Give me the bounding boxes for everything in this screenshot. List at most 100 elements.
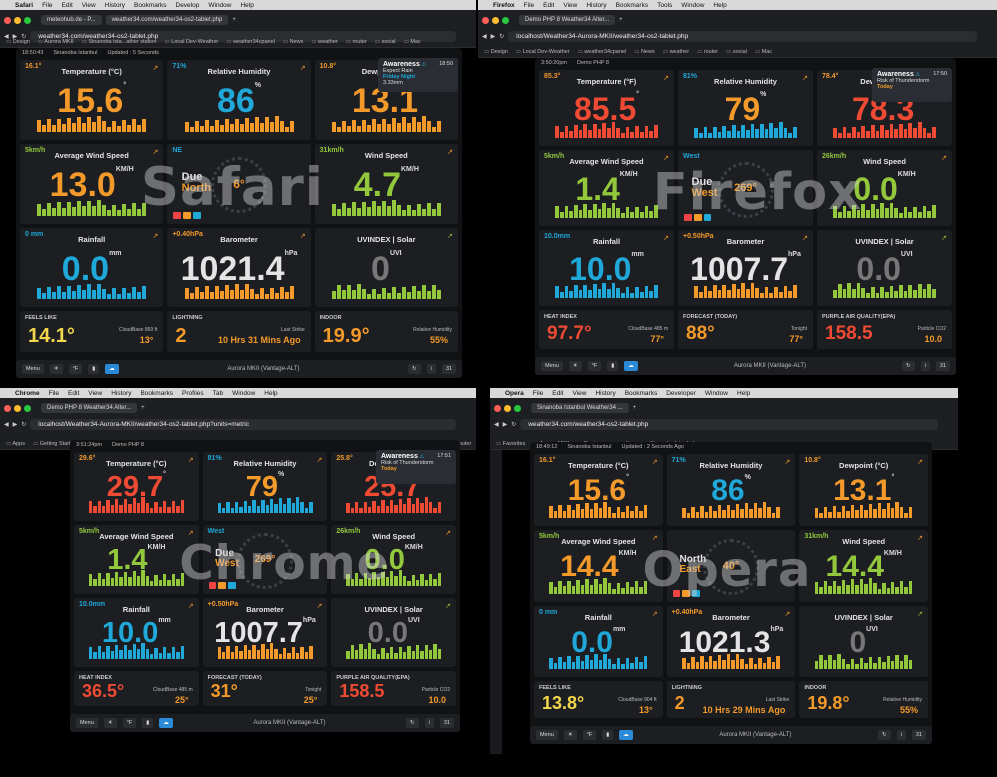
close-icon[interactable] (494, 404, 501, 412)
info-icon[interactable]: i (920, 361, 930, 371)
bookmark-item[interactable]: Apps (6, 441, 25, 447)
tile-indoor[interactable]: INDOOR 19.9° Relative Humidity 55% (314, 311, 458, 352)
units-button[interactable]: °F (68, 364, 83, 374)
back-icon[interactable]: ◀ (494, 421, 499, 428)
menu-window[interactable]: Window (232, 390, 255, 397)
tile-indoor[interactable]: PURPLE AIR QUALITY(EPA) 158.5 Particle CO2… (817, 310, 952, 349)
menu-safari[interactable]: Safari (15, 2, 33, 9)
menu-button[interactable]: Menu (536, 730, 558, 740)
menu-window[interactable]: Window (681, 2, 704, 9)
tile-feels[interactable]: FEELS LIKE 14.1° CloudBase 869 ft 13° (20, 311, 164, 352)
address-bar[interactable]: localhost/Weather34-Aurora-MKII/weather3… (30, 418, 456, 430)
new-tab-icon[interactable]: + (141, 405, 145, 411)
awareness-popup[interactable]: Awareness ⚠ 18:50 Expect Rain Friday Night… (378, 58, 458, 92)
menu-history[interactable]: History (595, 390, 615, 397)
back-icon[interactable]: ◀ (4, 421, 9, 428)
menu-developer[interactable]: Developer (666, 390, 696, 397)
bookmark-item[interactable]: Mac (755, 49, 772, 55)
menu-button[interactable]: Menu (541, 361, 563, 371)
info-icon[interactable]: i (424, 718, 434, 728)
awareness-popup[interactable]: Awareness ⚠ 17:50 Risk of Thunderstorm Tod… (872, 68, 952, 102)
refresh-icon[interactable]: ↻ (408, 364, 421, 374)
tile-uv[interactable]: ↗ UVINDEX | Solar 0.0UVI (331, 597, 456, 667)
awareness-popup[interactable]: Awareness ⚠ 17:51 Risk of Thunderstorm Tod… (376, 450, 456, 484)
minimize-icon[interactable] (14, 404, 21, 412)
bookmark-item[interactable]: Design (484, 49, 508, 55)
chart-icon[interactable]: ▮ (607, 361, 619, 371)
bookmark-item[interactable]: News (283, 39, 304, 45)
menu-file[interactable]: File (524, 2, 534, 9)
calendar-icon[interactable]: 31 (935, 361, 950, 371)
tile-rain[interactable]: 10.0mm ↗ Rainfall 10.0mm (74, 597, 199, 667)
weather-icon[interactable]: ☁ (105, 364, 119, 374)
tile-wind[interactable]: 5km/h ↗ Average Wind Speed 14.4KM/H (534, 529, 663, 602)
theme-icon[interactable]: ☀ (568, 361, 582, 371)
menu-button[interactable]: Menu (76, 718, 98, 728)
tile-baro[interactable]: +0.40hPa ↗ Barometer 1021.4hPa (167, 227, 311, 308)
refresh-icon[interactable]: ↻ (902, 361, 915, 371)
window-controls[interactable] (4, 16, 31, 24)
minimize-icon[interactable] (492, 16, 499, 24)
new-tab-icon[interactable]: + (232, 17, 236, 23)
browser-tab[interactable]: Demo PHP 8 Weather34 Alter... (41, 403, 138, 413)
close-icon[interactable] (482, 16, 489, 24)
units-button[interactable]: °F (582, 730, 597, 740)
tile-rain[interactable]: 0 mm ↗ Rainfall 0.0mm (534, 605, 663, 678)
tile-rain[interactable]: 0 mm ↗ Rainfall 0.0mm (20, 227, 164, 308)
chart-icon[interactable]: ▮ (142, 718, 154, 728)
tile-feels[interactable]: HEAT INDEX 36.5° CloudBase 485 m 25° (74, 670, 199, 706)
menu-edit[interactable]: Edit (62, 2, 73, 9)
minimize-icon[interactable] (504, 404, 511, 412)
menu-bookmarks[interactable]: Bookmarks (625, 390, 658, 397)
menu-bookmarks[interactable]: Bookmarks (134, 2, 167, 9)
menu-view[interactable]: View (563, 2, 577, 9)
zoom-icon[interactable] (24, 404, 31, 412)
tile-temp[interactable]: 85.3° ↗ Temperature (°F) 85.5° (539, 70, 674, 147)
menu-bookmarks[interactable]: Bookmarks (616, 2, 649, 9)
refresh-icon[interactable]: ↻ (878, 730, 891, 740)
tile-light[interactable]: FORECAST (TODAY) 88° Tonight 77° (678, 310, 813, 349)
tile-wind[interactable]: 5km/h ↗ Average Wind Speed 13.0KM/H (20, 143, 164, 224)
tile-hum[interactable]: 81% ↗ Relative Humidity 79% (202, 452, 328, 521)
weather-icon[interactable]: ☁ (624, 361, 638, 371)
tile-indoor[interactable]: INDOOR 19.8° Relative Humidity 55% (799, 681, 928, 718)
new-tab-icon[interactable]: + (633, 405, 637, 411)
menu-edit[interactable]: Edit (543, 2, 554, 9)
tile-light[interactable]: FORECAST (TODAY) 31° Tonight 25° (202, 670, 328, 706)
tile-gust[interactable]: 26km/h ↗ Wind Speed 0.0KM/H (331, 524, 456, 594)
browser-tab[interactable]: weather34.com/weather34-os2-tablet.php (105, 15, 229, 25)
chart-icon[interactable]: ▮ (602, 730, 614, 740)
units-button[interactable]: °F (587, 361, 602, 371)
weather-icon[interactable]: ☁ (159, 718, 173, 728)
tile-light[interactable]: LIGHTNING 2 Last Strike 10 Hrs 29 Mins Ago (666, 681, 796, 718)
bookmark-item[interactable]: Mac (404, 39, 420, 45)
bookmark-item[interactable]: weather (663, 49, 689, 55)
menu-window[interactable]: Window (208, 2, 231, 9)
tile-dir[interactable]: West Due West 269° (678, 150, 813, 227)
close-icon[interactable] (4, 404, 11, 412)
menu-develop[interactable]: Develop (176, 2, 200, 9)
theme-icon[interactable]: ☀ (49, 364, 63, 374)
bookmark-item[interactable]: News (634, 49, 655, 55)
menu-help[interactable]: Help (264, 390, 277, 397)
menu-history[interactable]: History (586, 2, 606, 9)
menu-view[interactable]: View (572, 390, 586, 397)
menu-firefox[interactable]: Firefox (493, 2, 515, 9)
forward-icon[interactable]: ▶ (13, 421, 18, 428)
tile-feels[interactable]: FEELS LIKE 13.8° CloudBase 904 ft 13° (534, 681, 663, 718)
tile-gust[interactable]: 31km/h ↗ Wind Speed 4.7KM/H (314, 143, 458, 224)
close-icon[interactable] (4, 16, 11, 24)
menu-help[interactable]: Help (713, 2, 726, 9)
menu-edit[interactable]: Edit (552, 390, 563, 397)
tile-uv[interactable]: ↗ UVINDEX | Solar 0.0UVI (817, 230, 952, 307)
reload-icon[interactable]: ↻ (499, 33, 504, 40)
address-bar[interactable]: weather34.com/weather34-os2-tablet.php (520, 418, 938, 430)
reload-icon[interactable]: ↻ (21, 421, 26, 428)
info-icon[interactable]: i (426, 364, 436, 374)
bookmark-item[interactable]: Favorites (496, 441, 526, 447)
tile-hum[interactable]: 71% ↗ Relative Humidity 86% (666, 454, 796, 526)
calendar-icon[interactable]: 31 (441, 364, 456, 374)
tile-hum[interactable]: 71% ↗ Relative Humidity 86% (167, 60, 311, 140)
chart-icon[interactable]: ▮ (88, 364, 100, 374)
tile-baro[interactable]: +0.40hPa ↗ Barometer 1021.3hPa (666, 605, 796, 678)
